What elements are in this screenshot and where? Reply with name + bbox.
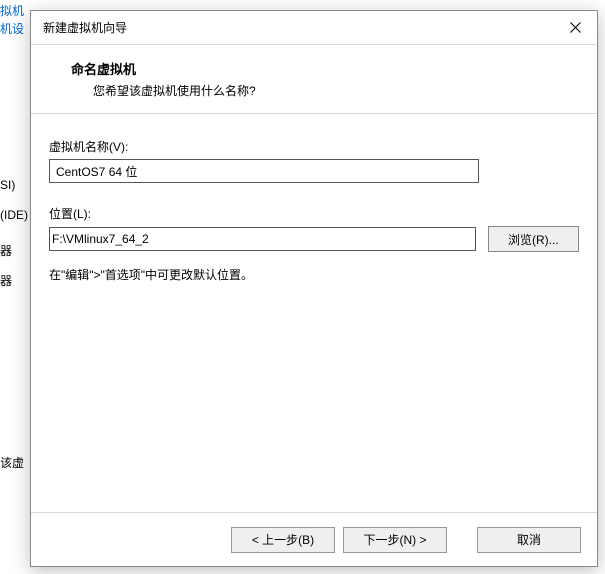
bg-text-ide: (IDE)	[0, 208, 28, 222]
back-button[interactable]: < 上一步(B)	[231, 527, 335, 553]
wizard-dialog: 新建虚拟机向导 命名虚拟机 您希望该虚拟机使用什么名称? 虚拟机名称(V): 位…	[30, 10, 598, 567]
location-input-value: F:\VMlinux7_64_2	[52, 232, 149, 246]
vm-name-input[interactable]	[49, 159, 479, 183]
close-icon	[570, 22, 581, 33]
close-button[interactable]	[553, 11, 597, 45]
vm-name-label: 虚拟机名称(V):	[49, 138, 579, 155]
wizard-heading: 命名虚拟机	[71, 59, 577, 78]
wizard-subheading: 您希望该虚拟机使用什么名称?	[71, 82, 577, 99]
bg-text-qi1: 器	[0, 242, 12, 259]
bg-text-qi2: 器	[0, 272, 12, 289]
location-hint: 在"编辑">"首选项"中可更改默认位置。	[49, 266, 579, 283]
wizard-footer: < 上一步(B) 下一步(N) > 取消	[31, 512, 597, 566]
bg-text-si: SI)	[0, 178, 15, 192]
background-fragments: 拟机 机设 SI) (IDE) 器 器 该虚	[0, 0, 30, 574]
dialog-title: 新建虚拟机向导	[43, 19, 553, 36]
bg-text-gai: 该虚	[0, 454, 24, 471]
titlebar: 新建虚拟机向导	[31, 11, 597, 45]
bg-link-1: 拟机	[0, 2, 24, 19]
wizard-content: 虚拟机名称(V): 位置(L): F:\VMlinux7_64_2 浏览(R).…	[31, 114, 597, 512]
wizard-header: 命名虚拟机 您希望该虚拟机使用什么名称?	[31, 45, 597, 114]
browse-button[interactable]: 浏览(R)...	[488, 226, 579, 252]
cancel-button[interactable]: 取消	[477, 527, 581, 553]
location-input[interactable]: F:\VMlinux7_64_2	[49, 227, 476, 251]
next-button[interactable]: 下一步(N) >	[343, 527, 447, 553]
bg-link-2: 机设	[0, 20, 24, 37]
location-label: 位置(L):	[49, 205, 579, 222]
